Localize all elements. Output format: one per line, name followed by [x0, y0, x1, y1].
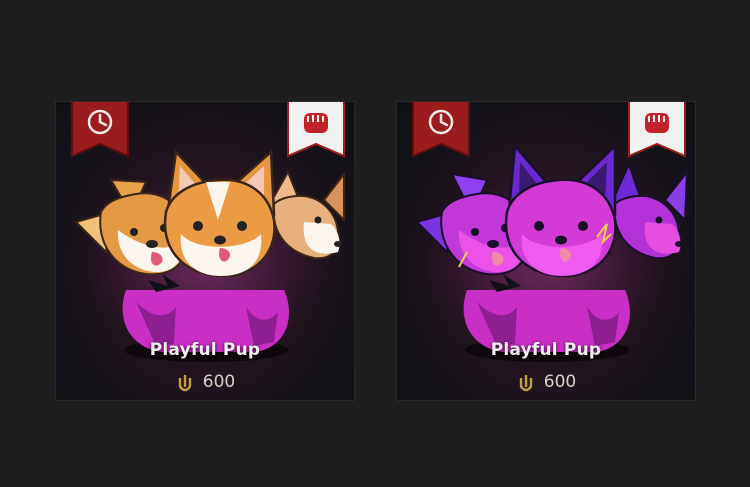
riot-points-icon: [178, 375, 191, 392]
riot-store-ribbon: [628, 102, 686, 158]
item-price: 600: [56, 372, 354, 392]
item-name: Playful Pup: [490, 340, 602, 360]
riot-fist-icon: [645, 113, 669, 133]
price-value: 600: [543, 372, 577, 392]
item-name: Playful Pup: [149, 340, 261, 360]
riot-fist-icon: [304, 113, 328, 133]
price-value: 600: [202, 372, 236, 392]
riot-store-ribbon: [287, 102, 345, 158]
riot-points-icon: [519, 375, 532, 392]
limited-time-ribbon: [412, 102, 470, 158]
limited-time-ribbon: [71, 102, 129, 158]
ward-skin-card-playful-pup[interactable]: Playful Pup 600: [55, 101, 355, 401]
ward-skin-card-playful-pup-chroma[interactable]: Playful Pup 600: [396, 101, 696, 401]
item-price: 600: [397, 372, 695, 392]
